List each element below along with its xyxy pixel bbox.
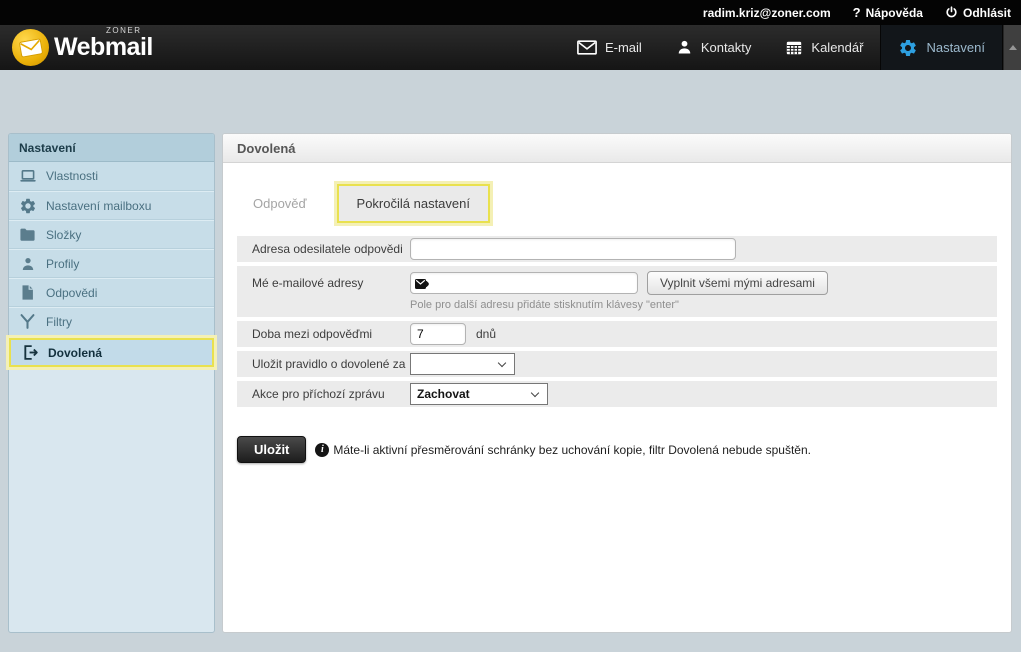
sidebar-item-nastaveni-mailboxu[interactable]: Nastavení mailboxu: [9, 191, 214, 220]
sidebar-item-slozky[interactable]: Složky: [9, 220, 214, 249]
user-email: radim.kriz@zoner.com: [703, 6, 831, 20]
brand-prefix: ZONER: [106, 27, 142, 35]
sidebar-item-dovolena[interactable]: Dovolená: [9, 338, 214, 367]
exit-icon: [20, 343, 39, 362]
form-row-save-rule: Uložit pravidlo o dovolené za: [237, 351, 997, 377]
scroll-up-button[interactable]: [1003, 25, 1021, 70]
save-button[interactable]: Uložit: [237, 436, 306, 463]
sidebar-title: Nastavení: [9, 134, 214, 162]
save-rule-select[interactable]: [410, 353, 515, 375]
sidebar-item-profily[interactable]: Profily: [9, 249, 214, 278]
tab-bar: Odpověď Pokročilá nastavení: [237, 184, 997, 223]
main-panel: Dovolená Odpověď Pokročilá nastavení Adr…: [222, 133, 1012, 633]
sender-address-label: Adresa odesilatele odpovědi: [237, 236, 410, 262]
address-envelope-icon: [415, 277, 430, 295]
power-icon: [945, 6, 958, 19]
help-link[interactable]: ? Nápověda: [853, 5, 923, 20]
my-addresses-helper: Pole pro další adresu přidáte stisknutím…: [410, 299, 679, 311]
logout-link[interactable]: Odhlásit: [945, 6, 1011, 20]
my-addresses-label: Mé e-mailové adresy: [237, 266, 410, 317]
form-row-my-addresses: Mé e-mailové adresy Vyplnit všemi mými a…: [237, 266, 997, 317]
sidebar-item-filtry[interactable]: Filtry: [9, 307, 214, 336]
nav-item-settings[interactable]: Nastavení: [880, 25, 1003, 70]
save-rule-label: Uložit pravidlo o dovolené za: [237, 351, 410, 377]
sidebar-item-odpovedi[interactable]: Odpovědi: [9, 278, 214, 307]
info-icon: i: [315, 443, 329, 457]
folder-icon: [18, 225, 37, 244]
up-arrow-icon: [1009, 45, 1017, 50]
calendar-icon: [785, 39, 803, 57]
tab-odpoved[interactable]: Odpověď: [237, 186, 323, 221]
days-suffix: dnů: [476, 327, 496, 341]
logo-envelope-icon: [12, 29, 49, 66]
page-content: Nastavení Vlastnosti Nastavení mailboxu …: [0, 70, 1021, 652]
sender-address-input[interactable]: [410, 238, 736, 260]
nav-item-contacts[interactable]: Kontakty: [659, 25, 769, 70]
gear-icon: [898, 38, 918, 58]
save-row: Uložit i Máte-li aktivní přesměrování sc…: [237, 436, 997, 463]
filter-icon: [18, 312, 37, 331]
form-row-reply-interval: Doba mezi odpověďmi dnů: [237, 321, 997, 347]
nav-item-calendar[interactable]: Kalendář: [768, 25, 880, 70]
envelope-icon: [577, 40, 597, 55]
nav-spacer: [153, 25, 560, 70]
brand-name: ZONER Webmail: [54, 35, 153, 60]
incoming-action-label: Akce pro příchozí zprávu: [237, 381, 410, 407]
reply-interval-label: Doba mezi odpověďmi: [237, 321, 410, 347]
monitor-icon: [18, 167, 37, 186]
sidebar-item-vlastnosti[interactable]: Vlastnosti: [9, 162, 214, 191]
my-addresses-input[interactable]: [410, 272, 638, 294]
form-row-incoming-action: Akce pro příchozí zprávu Zachovat: [237, 381, 997, 407]
person-icon: [18, 254, 37, 273]
incoming-action-select-value: Zachovat: [417, 387, 470, 401]
settings-sidebar: Nastavení Vlastnosti Nastavení mailboxu …: [8, 133, 215, 633]
person-icon: [676, 39, 693, 56]
nav-item-email[interactable]: E-mail: [560, 25, 659, 70]
settings-form: Adresa odesilatele odpovědi Mé e-mailové…: [237, 236, 997, 407]
reply-interval-input[interactable]: [410, 323, 466, 345]
incoming-action-select[interactable]: Zachovat: [410, 383, 548, 405]
navbar: ZONER Webmail E-mail Kontakty Kalendář N…: [0, 25, 1021, 70]
help-icon: ?: [853, 5, 861, 20]
chevron-down-icon: [498, 358, 506, 366]
topbar: radim.kriz@zoner.com ? Nápověda Odhlásit: [0, 0, 1021, 25]
info-text: Máte-li aktivní přesměrování schránky be…: [333, 443, 811, 457]
page-title: Dovolená: [223, 134, 1011, 163]
document-icon: [18, 283, 37, 302]
form-row-sender-address: Adresa odesilatele odpovědi: [237, 236, 997, 262]
app-logo: ZONER Webmail: [12, 25, 153, 70]
fill-all-addresses-button[interactable]: Vyplnit všemi mými adresami: [647, 271, 828, 295]
chevron-down-icon: [531, 388, 539, 396]
gear-icon: [18, 196, 37, 215]
tab-pokrocila-nastaveni[interactable]: Pokročilá nastavení: [337, 184, 490, 223]
